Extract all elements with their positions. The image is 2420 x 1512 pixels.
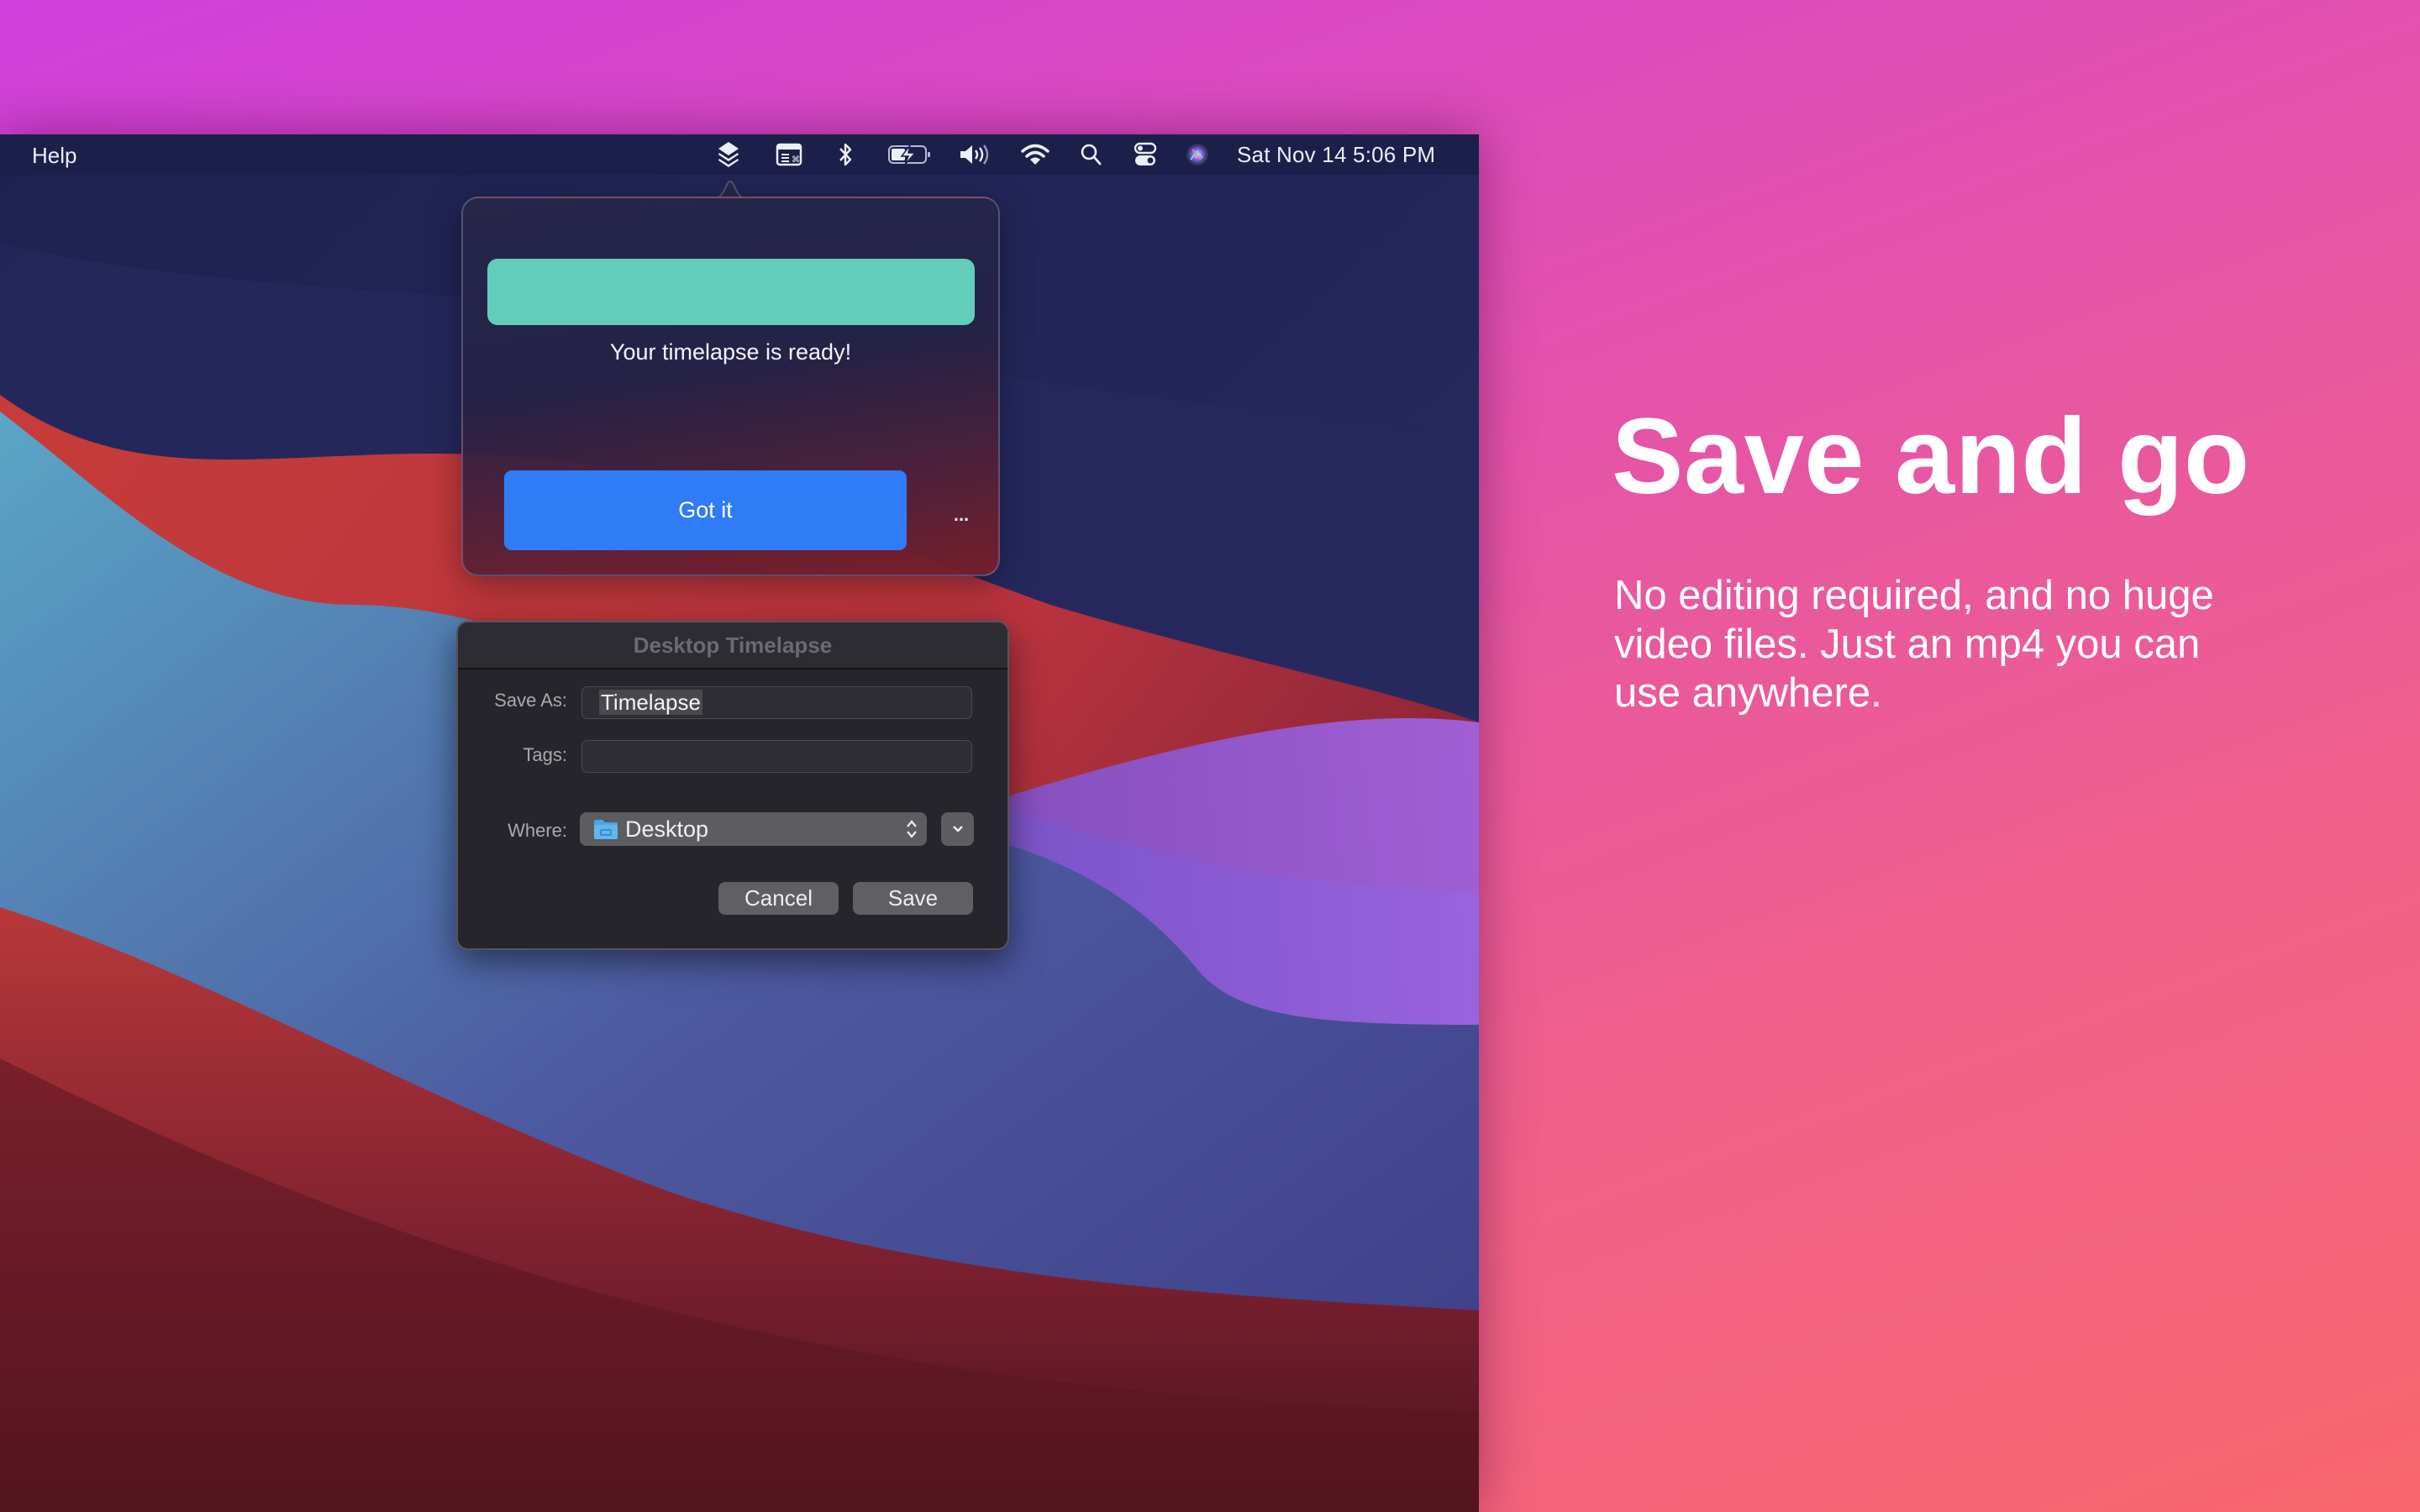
progress-bar-fill <box>487 259 975 325</box>
body-copy: No editing required, and no huge video f… <box>1614 573 2214 716</box>
keyboard-viewer-icon[interactable]: ⌘ <box>775 141 803 168</box>
updown-chevron-icon <box>905 818 918 846</box>
where-popup[interactable]: Desktop <box>580 812 927 846</box>
timelapse-popover: Your timelapse is ready! Got it ... <box>461 197 1000 576</box>
got-it-button[interactable]: Got it <box>504 470 907 550</box>
spotlight-search-icon[interactable] <box>1079 141 1102 168</box>
tags-label: Tags: <box>523 744 567 765</box>
svg-text:⌘: ⌘ <box>792 155 800 165</box>
where-value: Desktop <box>625 816 709 842</box>
more-options-button[interactable]: ... <box>949 502 974 528</box>
control-center-icon[interactable] <box>1133 141 1158 168</box>
chevron-down-icon <box>952 826 963 832</box>
dialog-title: Desktop Timelapse <box>458 622 1007 669</box>
tags-field[interactable] <box>581 740 972 773</box>
status-message: Your timelapse is ready! <box>609 339 852 365</box>
save-button[interactable]: Save <box>853 882 973 915</box>
save-as-label: Save As: <box>494 690 567 711</box>
save-as-field[interactable]: Timelapse <box>581 686 972 719</box>
bluetooth-icon[interactable] <box>835 141 855 168</box>
where-label: Where: <box>508 820 567 841</box>
menubar-clock[interactable]: Sat Nov 14 5:06 PM <box>1237 142 1435 168</box>
battery-charging-icon[interactable] <box>887 141 931 168</box>
menu-bar: Help ⌘ Sat Nov 14 5:06 PM <box>0 134 1479 175</box>
cancel-button[interactable]: Cancel <box>718 882 839 915</box>
headline: Save and go <box>1612 396 2250 517</box>
wifi-icon[interactable] <box>1020 141 1050 168</box>
save-dialog: Desktop Timelapse Save As: Timelapse Tag… <box>456 621 1009 950</box>
volume-icon[interactable] <box>958 141 990 168</box>
progress-bar <box>487 259 975 325</box>
menu-help[interactable]: Help <box>32 143 76 169</box>
expand-dialog-button[interactable] <box>941 812 974 846</box>
layers-icon[interactable] <box>714 141 743 168</box>
folder-icon <box>593 818 618 846</box>
siri-icon[interactable] <box>1185 141 1210 168</box>
mac-desktop-screen: Help ⌘ Sat Nov 14 5:06 PM Your timelapse… <box>0 134 1479 1512</box>
save-as-value: Timelapse <box>599 690 702 715</box>
